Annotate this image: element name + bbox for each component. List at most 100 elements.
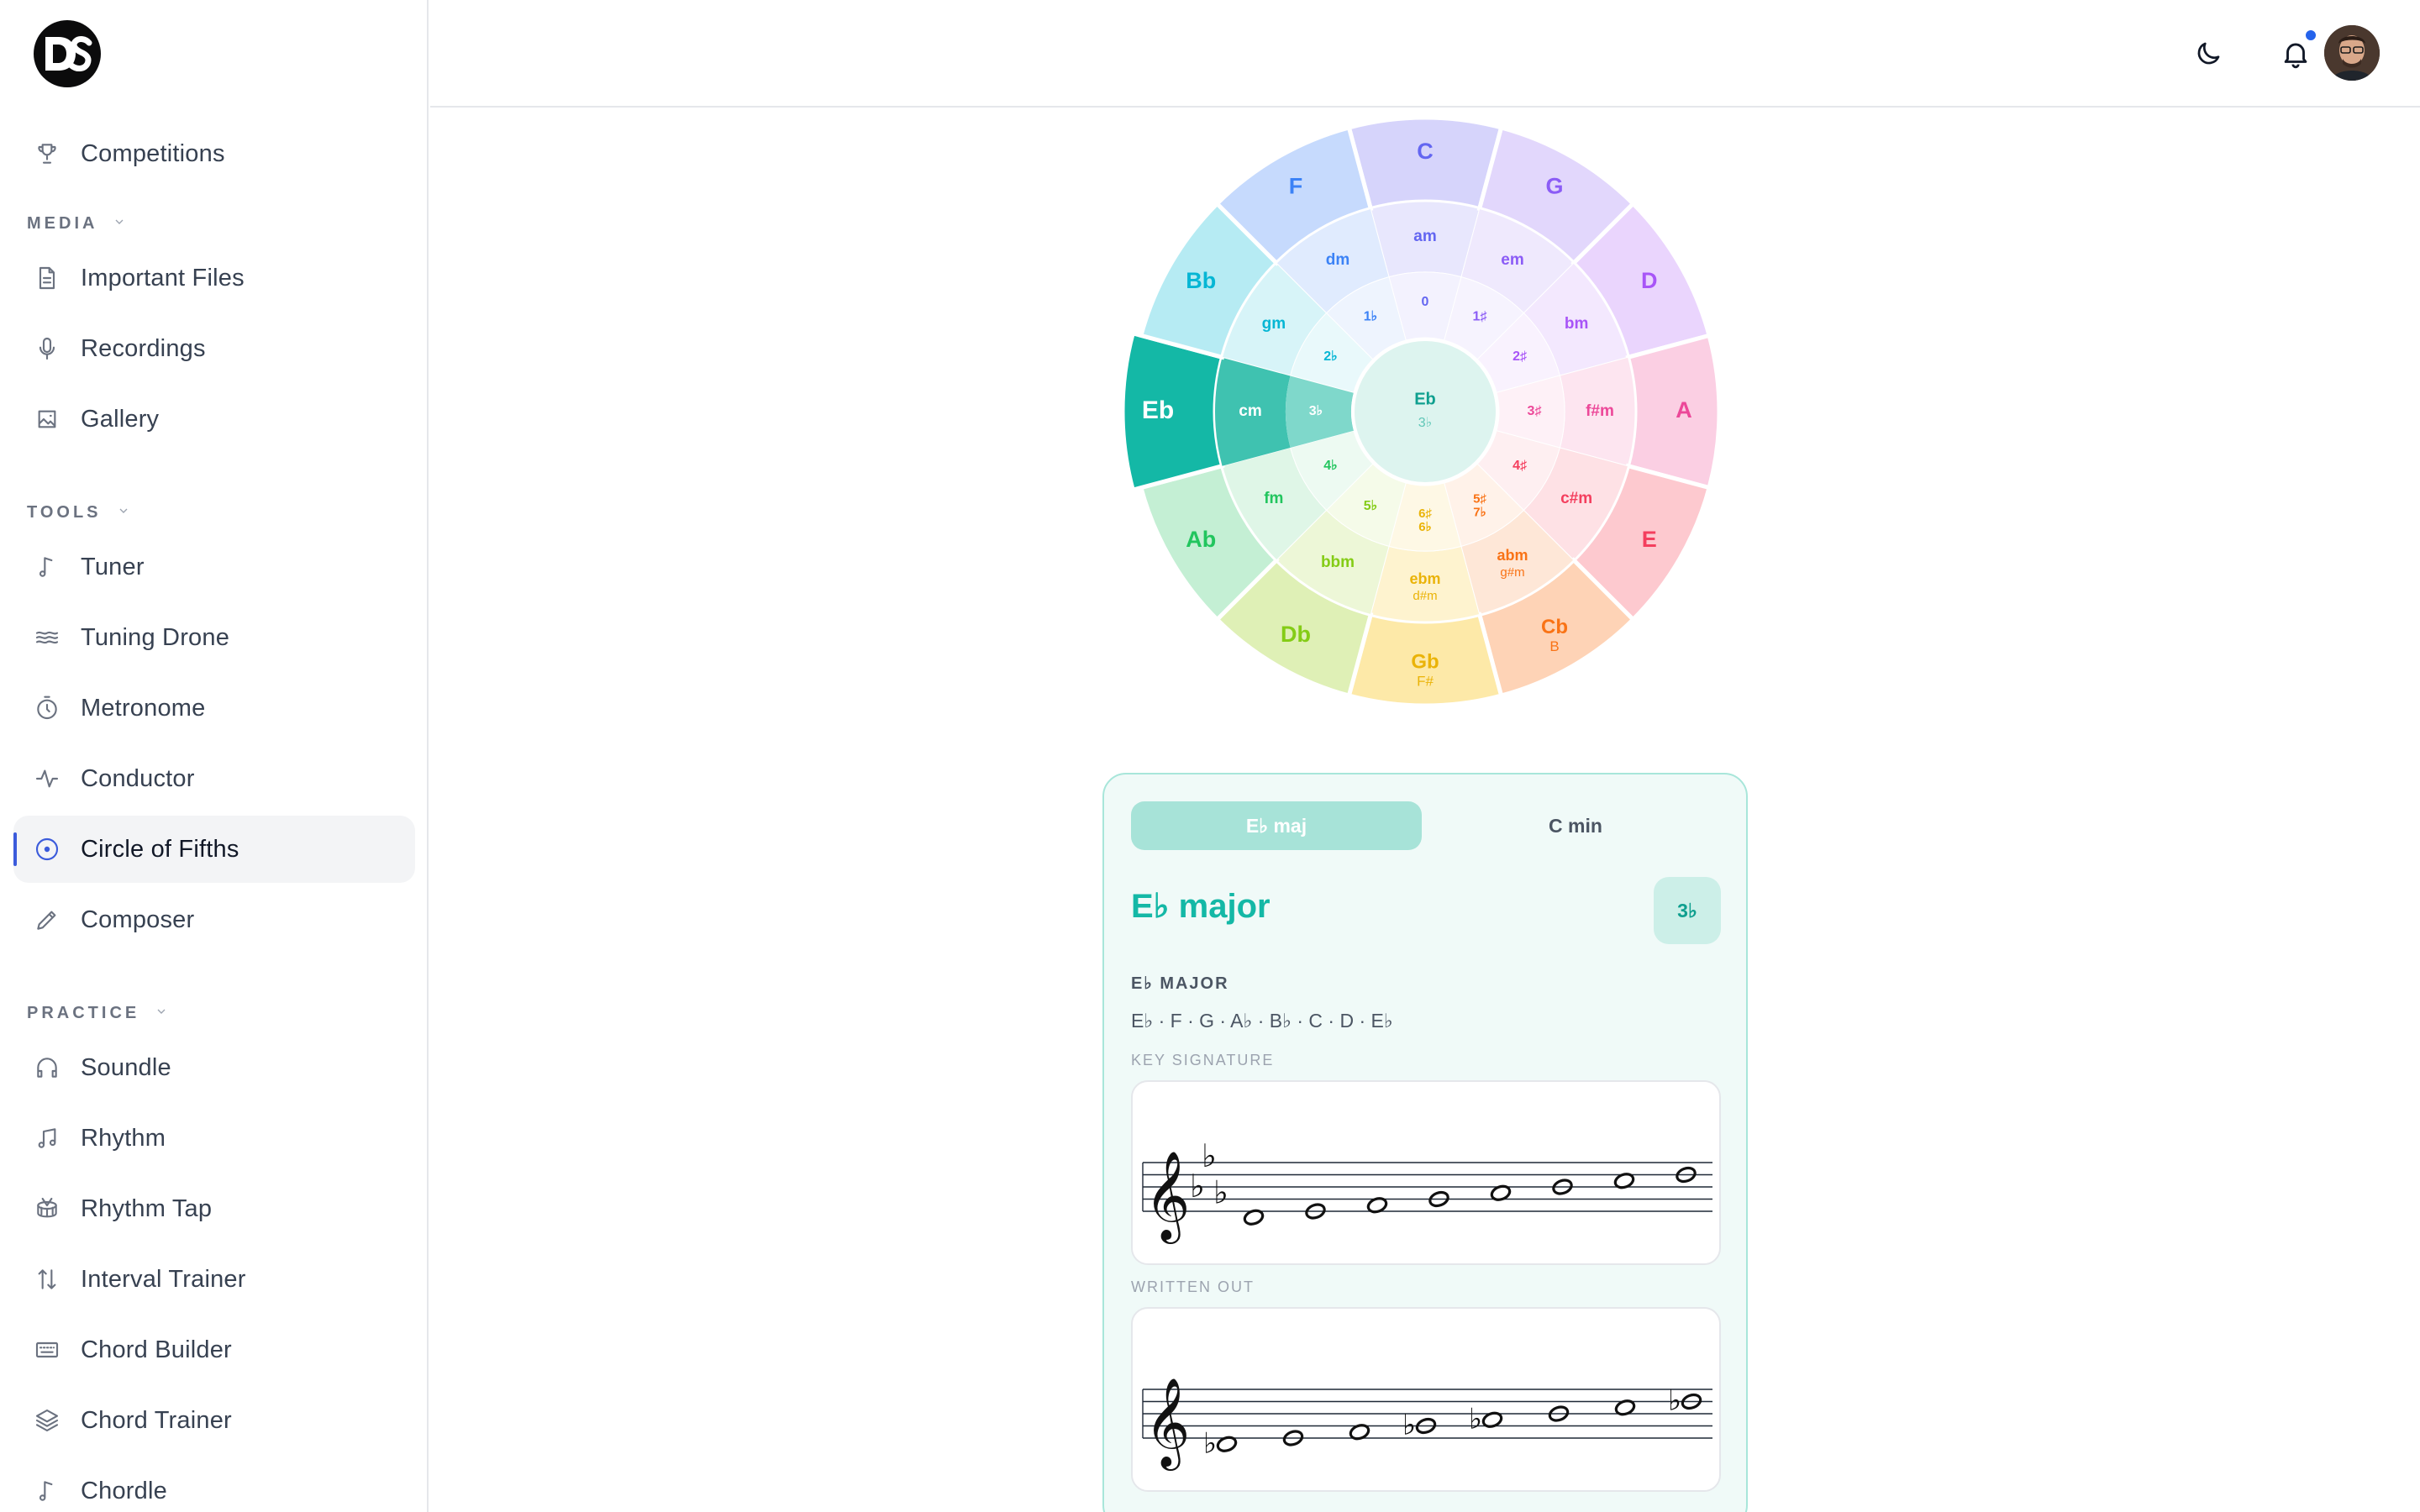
sidebar-item-label: Composer [81,906,195,933]
sidebar-item-label: Competitions [81,139,225,167]
sidebar-item-label: Important Files [81,264,245,291]
bell-icon [2284,43,2307,69]
sidebar-item-label: Gallery [81,405,160,433]
circle-dot-icon [34,836,60,863]
sidebar-section-practice[interactable]: PRACTICE [27,1004,168,1023]
sidebar-item-competitions[interactable]: Competitions [13,120,415,187]
layers-icon [35,1409,59,1432]
music-note-icon [34,1478,60,1504]
flat-accidental-icon: ♭ [1203,1426,1217,1460]
sidebar-item-gallery[interactable]: Gallery [13,386,415,453]
music-note-icon [39,1481,53,1501]
user-avatar[interactable] [2324,25,2380,81]
signature-label: 3♯ [1528,404,1542,418]
sidebar-section-media[interactable]: MEDIA [27,214,126,234]
mode-toggle: E♭ maj C min [1131,801,1719,850]
sidebar-item-chord-builder[interactable]: Chord Builder [13,1316,415,1383]
major-key-label: D [1641,268,1658,293]
minor-key-label: abm [1497,547,1528,564]
sidebar-item-interval-trainer[interactable]: Interval Trainer [13,1246,415,1313]
center-circle [1351,338,1499,486]
major-key-label: C [1417,139,1434,164]
major-key-label: Eb [1142,396,1174,424]
minor-key-label: gm [1262,315,1286,333]
sidebar-item-recordings[interactable]: Recordings [13,315,415,382]
sidebar-item-composer[interactable]: Composer [13,886,415,953]
circle-of-fifths[interactable]: Eb 3♭ Cam 0 Gem 1♯ Dbm 2♯ Af#m 3♯ Ec#m 4♯ Cb Babm g#m 5… [1120,109,1728,714]
image-icon [38,410,56,428]
sidebar-item-rhythm[interactable]: Rhythm [13,1105,415,1172]
tab-minor[interactable]: C min [1430,801,1721,850]
major-key-segment[interactable] [1625,333,1722,491]
drum-icon [34,1195,60,1222]
arrows-up-down-icon [38,1269,56,1289]
signature-label: 3♭ [1309,404,1323,418]
sidebar-item-chordle[interactable]: Chordle [13,1457,415,1512]
notifications-button[interactable] [2269,27,2323,81]
minor-key-label: am [1413,228,1436,245]
written-out-staff: 𝄞 ♭ ♭ ♭ ♭ [1131,1307,1721,1492]
major-key-label: Db [1281,622,1311,647]
sidebar-section-tools[interactable]: TOOLS [27,503,130,522]
avatar-image [2324,25,2380,81]
sidebar-item-important-files[interactable]: Important Files [13,244,415,312]
major-key-label: A [1676,397,1692,423]
sidebar-section-title: MEDIA [27,214,98,233]
sidebar-item-label: Conductor [81,764,195,792]
arrows-up-down-icon [34,1266,60,1293]
signature-label: 1♯ [1473,310,1487,324]
minor-key-label: f#m [1586,402,1614,420]
sidebar-item-rhythm-tap[interactable]: Rhythm Tap [13,1175,415,1242]
pulse-icon [34,765,60,792]
sidebar-item-soundle[interactable]: Soundle [13,1034,415,1101]
minor-key-alt-label: d#m [1413,589,1437,603]
major-key-label: G [1545,173,1563,198]
music-notes-icon [34,1125,60,1152]
minor-key-label: dm [1326,251,1350,269]
center-key-label: Eb [1414,390,1436,408]
sidebar-item-tuning-drone[interactable]: Tuning Drone [13,604,415,671]
microphone-icon [34,335,60,362]
treble-clef-icon: 𝄞 [1144,1377,1190,1471]
minor-key-label: bbm [1321,554,1355,571]
sidebar-item-label: Chordle [81,1477,167,1504]
drum-icon [37,1197,57,1218]
headphones-icon [34,1054,60,1081]
music-note-icon [39,557,53,577]
key-signature-notation: 𝄞 ♭♭♭ [1142,1137,1712,1244]
sidebar-item-label: Rhythm Tap [81,1194,213,1222]
major-key-alt-label: F# [1417,673,1434,689]
moon-icon [2197,42,2220,65]
timer-icon [34,695,60,722]
signature-label: 6♯ [1418,507,1432,521]
app-logo[interactable] [34,20,101,87]
sidebar-item-chord-trainer[interactable]: Chord Trainer [13,1387,415,1454]
signature-label: 2♭ [1323,349,1337,364]
chevron-down-icon [155,1004,168,1023]
music-notes-icon [38,1128,56,1148]
sidebar-item-conductor[interactable]: Conductor [13,745,415,812]
minor-key-label: cm [1239,402,1261,420]
sidebar-item-label: Soundle [81,1053,171,1081]
microphone-icon [39,337,55,360]
sidebar-item-circle-of-fifths[interactable]: Circle of Fifths [13,816,415,883]
signature-label: 1♭ [1364,310,1377,324]
flat-accidental-icon: ♭ [1202,1137,1217,1174]
file-icon [39,266,55,290]
signature-label: 4♭ [1323,459,1337,473]
center-signature-label: 3♭ [1418,416,1432,430]
file-icon [34,265,60,291]
tab-major[interactable]: E♭ maj [1131,801,1422,850]
key-signature-staff: 𝄞 ♭ ♭ ♭ [1131,1080,1721,1265]
flat-accidental-icon: ♭ [1469,1402,1482,1436]
circle-of-fifths-chart[interactable]: Eb 3♭ Cam 0 Gem 1♯ Dbm 2♯ Af#m 3♯ Ec#m 4♯ CbBabmg#m 5… [1120,109,1728,714]
major-key-label: Ab [1186,527,1216,552]
major-key-label: F [1289,173,1303,198]
sidebar-item-label: Metronome [81,694,206,722]
scale-heading: E♭ MAJOR [1131,974,1229,993]
theme-toggle-button[interactable] [2181,27,2235,81]
sidebar-item-tuner[interactable]: Tuner [13,533,415,601]
sidebar-item-metronome[interactable]: Metronome [13,675,415,742]
sidebar-item-label: Circle of Fifths [81,835,239,863]
image-icon [34,406,60,433]
